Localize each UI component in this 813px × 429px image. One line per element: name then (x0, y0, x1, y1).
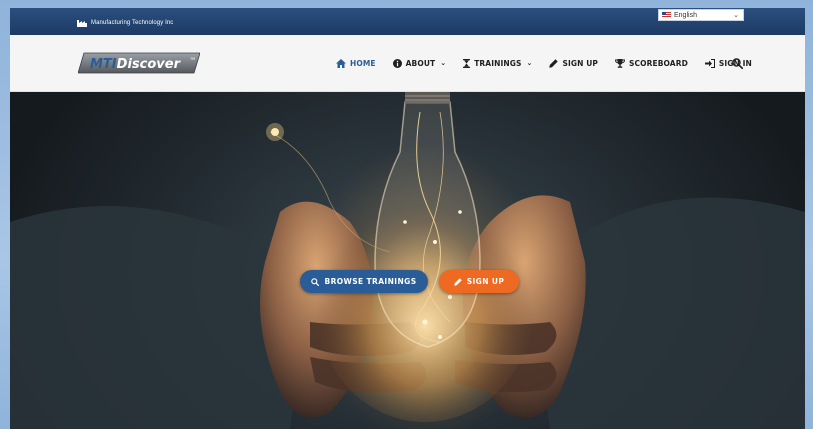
search-button[interactable] (732, 56, 744, 74)
pencil-icon (453, 277, 462, 286)
hero-background-image (10, 92, 805, 429)
logo-text: MTIDiscover (90, 57, 182, 72)
site-logo[interactable]: MTIDiscover TM (77, 52, 201, 74)
trademark-mark: TM (189, 57, 195, 61)
nav-home[interactable]: HOME (336, 58, 376, 68)
chevron-down-icon: ⌄ (440, 59, 447, 67)
nav-about-label: ABOUT (405, 58, 436, 68)
hero-signup-button[interactable]: SIGN UP (439, 270, 519, 293)
hero-banner: BROWSE TRAININGS SIGN UP (10, 92, 805, 429)
nav-home-label: HOME (350, 58, 376, 68)
company-link[interactable]: Manufacturing Technology Inc (77, 17, 173, 29)
info-circle-icon (392, 58, 402, 68)
sign-in-icon (704, 58, 715, 68)
main-navigation: MTIDiscover TM HOME ABOUT ⌄ TRAININGS ⌄ … (10, 35, 805, 92)
company-name: Manufacturing Technology Inc (91, 20, 174, 26)
language-select[interactable]: English ⌄ (658, 9, 744, 21)
chevron-down-icon: ⌄ (526, 59, 533, 67)
trophy-icon (615, 58, 625, 68)
browse-trainings-label: BROWSE TRAININGS (324, 277, 417, 286)
home-icon (336, 58, 346, 68)
us-flag-icon (662, 12, 671, 18)
language-label: English (674, 11, 697, 19)
search-icon (311, 277, 320, 286)
nav-about[interactable]: ABOUT ⌄ (392, 58, 447, 68)
nav-scoreboard-label: SCOREBOARD (629, 58, 688, 68)
hero-signup-label: SIGN UP (466, 277, 505, 286)
nav-menu: HOME ABOUT ⌄ TRAININGS ⌄ SIGN UP SCOREBO… (336, 35, 769, 91)
top-bar: Manufacturing Technology Inc English ⌄ (10, 8, 805, 35)
nav-signup[interactable]: SIGN UP (549, 59, 598, 68)
page: Manufacturing Technology Inc English ⌄ M… (10, 8, 805, 429)
pencil-icon (549, 58, 559, 68)
nav-signup-label: SIGN UP (562, 58, 599, 68)
factory-icon (77, 19, 87, 27)
nav-trainings-label: TRAININGS (474, 58, 522, 68)
search-icon (732, 58, 744, 70)
nav-trainings[interactable]: TRAININGS ⌄ (463, 58, 533, 68)
chevron-down-icon: ⌄ (733, 12, 739, 19)
hourglass-icon (463, 58, 471, 68)
nav-scoreboard[interactable]: SCOREBOARD (615, 58, 688, 68)
browse-trainings-button[interactable]: BROWSE TRAININGS (300, 270, 428, 293)
nav-signin[interactable]: SIGN IN (704, 58, 752, 68)
